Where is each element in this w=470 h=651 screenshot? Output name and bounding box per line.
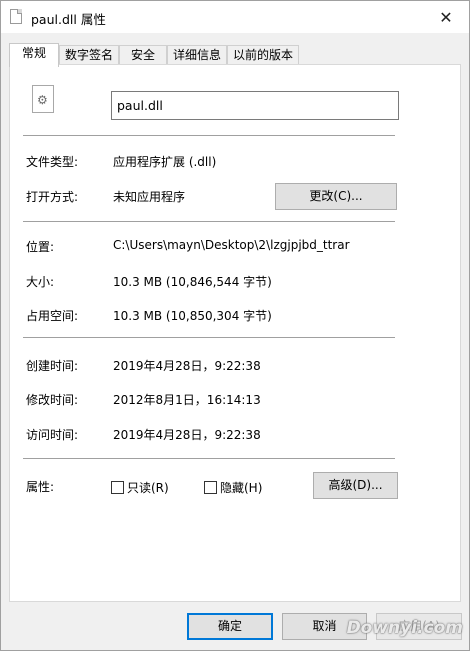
opens-with-label: 打开方式: (26, 190, 79, 204)
general-panel: ⚙ 文件类型: 应用程序扩展 (.dll) 打开方式: 未知应用程序 更改(C)… (9, 64, 461, 602)
dll-gear-file-icon: ⚙ (32, 85, 54, 113)
divider (23, 221, 395, 222)
advanced-button[interactable]: 高级(D)... (313, 472, 398, 499)
ok-button[interactable]: 确定 (187, 613, 273, 640)
readonly-checkbox[interactable]: 只读(R) (111, 479, 169, 496)
created-label: 创建时间: (26, 359, 79, 373)
checkbox-box[interactable] (111, 481, 124, 494)
file-icon (10, 9, 22, 24)
title-bar: paul.dll 属性 ✕ (1, 1, 469, 33)
size-on-disk-label: 占用空间: (26, 309, 79, 323)
hidden-checkbox[interactable]: 隐藏(H) (204, 479, 262, 496)
attributes-label: 属性: (26, 480, 55, 494)
hidden-label: 隐藏(H) (220, 481, 263, 495)
tab-digital-signatures[interactable]: 数字签名 (59, 45, 119, 66)
change-button[interactable]: 更改(C)... (275, 183, 397, 210)
accessed-label: 访问时间: (26, 428, 79, 442)
file-type-label: 文件类型: (26, 155, 79, 169)
tab-security[interactable]: 安全 (119, 45, 167, 66)
location-label: 位置: (26, 240, 55, 254)
divider (23, 135, 395, 136)
properties-window: paul.dll 属性 ✕ 常规 数字签名 安全 详细信息 以前的版本 ⚙ 文件… (0, 0, 470, 651)
size-value: 10.3 MB (10,846,544 字节) (113, 275, 272, 289)
gear-icon: ⚙ (37, 93, 48, 107)
file-name-input[interactable] (111, 91, 399, 120)
window-title: paul.dll 属性 (31, 12, 106, 27)
readonly-label: 只读(R) (127, 481, 169, 495)
accessed-value: 2019年4月28日，9:22:38 (113, 428, 261, 442)
close-button[interactable]: ✕ (423, 1, 469, 33)
created-value: 2019年4月28日，9:22:38 (113, 359, 261, 373)
location-value: C:\Users\mayn\Desktop\2\lzgjpjbd_ttrar (113, 238, 350, 252)
tab-previous-versions[interactable]: 以前的版本 (227, 45, 299, 66)
apply-button[interactable]: 应用(A) (376, 613, 462, 640)
tab-details[interactable]: 详细信息 (167, 45, 227, 66)
checkbox-box[interactable] (204, 481, 217, 494)
file-type-value: 应用程序扩展 (.dll) (113, 155, 217, 169)
size-label: 大小: (26, 275, 55, 289)
cancel-button[interactable]: 取消 (282, 613, 367, 640)
modified-label: 修改时间: (26, 393, 79, 407)
size-on-disk-value: 10.3 MB (10,850,304 字节) (113, 309, 272, 323)
tab-general[interactable]: 常规 (9, 43, 59, 67)
opens-with-value: 未知应用程序 (113, 190, 186, 204)
divider (23, 458, 395, 459)
divider (23, 337, 395, 338)
modified-value: 2012年8月1日，16:14:13 (113, 393, 261, 407)
